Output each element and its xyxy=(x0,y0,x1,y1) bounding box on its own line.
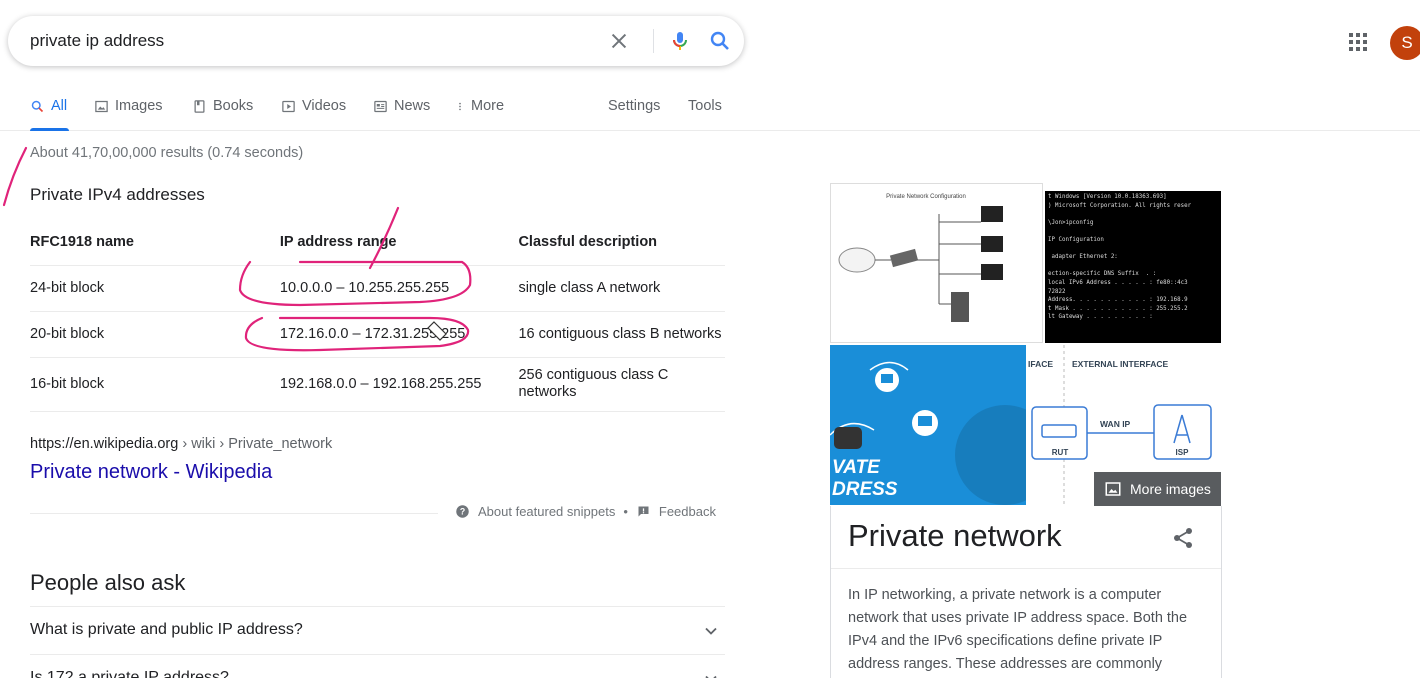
image-icon xyxy=(95,100,108,112)
tab-books[interactable]: Books xyxy=(192,98,253,114)
blue-text-line2: DRESS xyxy=(832,479,898,500)
console-image[interactable]: t Windows [Version 10.0.18363.693] ) Mic… xyxy=(1045,191,1221,343)
paa-title: People also ask xyxy=(30,570,186,595)
snippet-table: RFC1918 name IP address range Classful d… xyxy=(30,220,725,412)
table-cell: single class A network xyxy=(518,265,725,312)
news-icon xyxy=(374,100,387,112)
paa-question[interactable]: Is 172 a private IP address? xyxy=(30,654,725,678)
network-diagram-image[interactable]: Private Network Configuration xyxy=(830,183,1043,343)
chevron-down-icon xyxy=(705,675,717,678)
isp-label: ISP xyxy=(1176,448,1190,457)
table-row: 16-bit block 192.168.0.0 – 192.168.255.2… xyxy=(30,357,725,412)
search-box[interactable]: private ip address xyxy=(8,16,744,66)
tab-label: Images xyxy=(115,98,163,114)
table-cell: 192.168.0.0 – 192.168.255.255 xyxy=(279,357,519,412)
feedback-icon xyxy=(638,506,649,517)
external-label: EXTERNAL INTERFACE xyxy=(1072,359,1169,369)
knowledge-panel: Private network In IP networking, a priv… xyxy=(830,506,1222,678)
cite-path: › wiki › Private_network xyxy=(178,436,333,452)
tab-more[interactable]: More xyxy=(455,98,504,114)
help-icon: ? xyxy=(456,505,469,518)
table-cell: 16-bit block xyxy=(30,357,280,412)
paa-question-text: Is 172 a private IP address? xyxy=(30,669,229,678)
book-icon xyxy=(194,99,205,113)
tab-settings[interactable]: Settings xyxy=(608,98,660,114)
result-title-link[interactable]: Private network - Wikipedia xyxy=(30,461,272,484)
table-cell: 172.16.0.0 – 172.31.255.255 xyxy=(279,311,519,358)
annotation-stroke-left xyxy=(2,146,28,207)
paa-question[interactable]: What is private and public IP address? xyxy=(30,606,725,654)
image-icon xyxy=(1105,482,1121,496)
more-images-button[interactable]: More images xyxy=(1094,472,1221,506)
clear-icon[interactable] xyxy=(608,30,630,52)
diagram-caption: Private Network Configuration xyxy=(886,194,966,200)
chevron-down-icon xyxy=(705,627,717,635)
result-stats: About 41,70,00,000 results (0.74 seconds… xyxy=(30,145,304,161)
footer-divider xyxy=(30,513,438,514)
settings-label: Settings xyxy=(608,98,661,114)
table-header: IP address range xyxy=(279,220,519,266)
table-cell: 20-bit block xyxy=(30,311,280,358)
search-icon xyxy=(31,100,44,112)
knowledge-panel-divider xyxy=(831,568,1221,569)
tab-label: Videos xyxy=(302,98,347,114)
table-cell: 24-bit block xyxy=(30,265,280,312)
tab-tools[interactable]: Tools xyxy=(688,98,722,114)
table-cell: 10.0.0.0 – 10.255.255.255 xyxy=(279,265,519,312)
bullet-separator: • xyxy=(623,504,628,519)
search-tabs: All Images Books Videos News More Settin… xyxy=(0,88,1420,131)
paa-question-text: What is private and public IP address? xyxy=(30,621,303,638)
table-header: RFC1918 name xyxy=(30,220,280,266)
iface-label: IFACE xyxy=(1028,359,1053,369)
search-input[interactable]: private ip address xyxy=(30,31,164,51)
more-images-label: More images xyxy=(1130,481,1211,497)
play-icon xyxy=(282,100,295,112)
cite-domain: https://en.wikipedia.org xyxy=(30,436,179,452)
about-snippets-link[interactable]: About featured snippets xyxy=(478,504,615,519)
rut-label: RUT xyxy=(1052,448,1069,457)
tab-all[interactable]: All xyxy=(30,98,67,114)
wan-ip-label: WAN IP xyxy=(1100,419,1131,429)
snippet-title: Private IPv4 addresses xyxy=(30,185,205,204)
avatar[interactable]: S xyxy=(1390,26,1420,60)
tab-label: More xyxy=(471,98,505,114)
tab-label: All xyxy=(51,98,68,114)
table-cell: 16 contiguous class B networks xyxy=(518,311,725,358)
table-header-row: RFC1918 name IP address range Classful d… xyxy=(30,220,725,266)
mic-icon[interactable] xyxy=(668,29,692,53)
knowledge-panel-images: Private Network Configuration t Windows … xyxy=(830,183,1222,506)
more-vert-icon xyxy=(459,102,461,110)
table-header: Classful description xyxy=(518,220,725,266)
tab-label: Books xyxy=(213,98,254,114)
knowledge-panel-title: Private network xyxy=(848,518,1062,553)
table-cell: 256 contiguous class C networks xyxy=(518,357,725,412)
private-address-image[interactable]: VATE DRESS xyxy=(830,345,1026,505)
console-text: t Windows [Version 10.0.18363.693] ) Mic… xyxy=(1048,194,1192,321)
share-icon[interactable] xyxy=(1171,526,1195,550)
table-row: 20-bit block 172.16.0.0 – 172.31.255.255… xyxy=(30,311,725,358)
private-address-graphic: VATE DRESS xyxy=(830,361,1026,505)
svg-text:?: ? xyxy=(460,507,465,517)
table-row: 24-bit block 10.0.0.0 – 10.255.255.255 s… xyxy=(30,265,725,312)
tab-images[interactable]: Images xyxy=(94,98,163,114)
tools-label: Tools xyxy=(688,98,722,114)
result-cite[interactable]: https://en.wikipedia.org › wiki › Privat… xyxy=(30,436,332,452)
tab-videos[interactable]: Videos xyxy=(281,98,346,114)
network-diagram-graphic: Private Network Configuration xyxy=(838,194,1003,322)
search-divider xyxy=(653,29,654,53)
tab-news[interactable]: News xyxy=(373,98,430,114)
knowledge-panel-description: In IP networking, a private network is a… xyxy=(848,587,1188,672)
apps-grid-icon[interactable] xyxy=(1346,30,1370,54)
footer-links: ? About featured snippets • Feedback xyxy=(455,504,716,519)
active-tab-indicator xyxy=(30,128,69,131)
feedback-link[interactable]: Feedback xyxy=(659,504,716,519)
search-icon[interactable] xyxy=(708,29,732,53)
tab-label: News xyxy=(394,98,431,114)
blue-text-line1: VATE xyxy=(832,457,881,478)
